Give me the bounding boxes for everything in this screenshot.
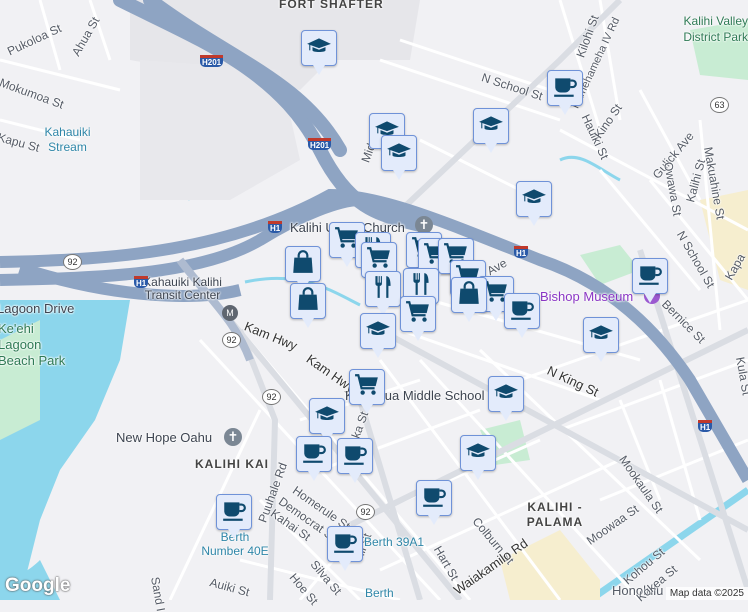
highway-shield-h1: H1 [698,420,713,432]
school-icon [314,401,340,432]
map-marker-cafe[interactable] [327,526,363,571]
map-marker-cafe[interactable] [504,293,540,338]
map-marker-school[interactable] [360,313,396,358]
shopping-bag-icon [290,249,316,280]
poi-label-kalihi-valley-park: Kalihi Valley District Park [683,14,748,44]
area-label-kalihi-kai: KALIHI KAI [195,457,269,471]
map-marker-shopping-cart[interactable] [349,369,385,414]
poi-label-berth-39a1: Berth 39A1 [364,535,425,549]
cafe-icon [332,529,358,560]
poi-label-berth: Berth [365,586,394,600]
school-icon [478,111,504,142]
highway-shield-h1: H1 [134,276,149,288]
map-marker-cafe[interactable] [296,436,332,481]
cafe-icon [342,441,368,472]
school-icon [521,184,547,215]
poi-name: Kahauiki Kalihi Transit Center [143,275,222,302]
poi-name: Kahauiki Stream [44,125,91,154]
shopping-bag-icon [295,286,321,317]
map-marker-cafe[interactable] [547,70,583,115]
shopping-cart-icon [354,372,380,403]
poi-label-new-hope[interactable]: New Hope Oahu [116,430,212,445]
cafe-icon [552,73,578,104]
map-marker-school[interactable] [301,30,337,75]
highway-shield-h1: H1 [268,221,283,233]
map-marker-school[interactable] [381,135,417,180]
map-marker-shopping-bag[interactable] [285,246,321,291]
poi-label-kahauiki-stream: Kahauiki Stream [40,125,95,155]
map-marker-cafe[interactable] [416,480,452,525]
map-marker-cafe[interactable] [216,494,252,539]
map-marker-school[interactable] [516,181,552,226]
area-label-fort-shafter: FORT SHAFTER [279,0,384,11]
map-marker-shopping-bag[interactable] [290,283,326,328]
highway-shield-h201: H201 [200,55,224,67]
shopping-cart-icon [405,299,431,330]
school-icon [493,379,519,410]
map-marker-school[interactable] [473,108,509,153]
highway-shield-h1: H1 [514,246,529,258]
school-icon [365,316,391,347]
metro-icon: M [222,305,238,321]
school-icon [386,138,412,169]
map-data-attribution[interactable]: Map data ©2025 [665,587,748,600]
poi-label-lagoon-drive: Lagoon Drive [0,301,75,316]
school-icon [306,33,332,64]
map-marker-school[interactable] [583,317,619,362]
cafe-icon [421,483,447,514]
cafe-icon [301,439,327,470]
restaurant-icon [370,274,396,305]
area-label-kalihi-palama: KALIHI - PALAMA [526,500,584,529]
map-marker-school[interactable] [488,376,524,421]
route-shield-63: 63 [710,97,729,113]
map-marker-cafe[interactable] [337,438,373,483]
poi-label-keehi-park[interactable]: Ke'ehi Lagoon Beach Park [0,321,73,369]
highway-shield-h201: H201 [308,138,332,150]
map-marker-restaurant[interactable] [365,271,401,316]
map-marker-shopping-cart[interactable] [400,296,436,341]
cafe-icon [221,497,247,528]
school-icon [465,438,491,469]
map-marker-cafe[interactable] [632,258,668,303]
route-shield-92: 92 [262,389,281,405]
church-icon: ✝ [224,428,242,446]
cafe-icon [637,261,663,292]
map-marker-shopping-bag[interactable] [451,277,487,322]
poi-label-bishop-museum[interactable]: Bishop Museum [540,289,633,304]
route-shield-92: 92 [222,332,241,348]
map-marker-school[interactable] [309,398,345,443]
shopping-bag-icon [456,280,482,311]
map-marker-school[interactable] [460,435,496,480]
school-icon [588,320,614,351]
cafe-icon [509,296,535,327]
route-shield-92: 92 [63,254,82,270]
poi-label-transit-center[interactable]: Kahauiki Kalihi Transit Center [135,276,230,302]
google-logo[interactable]: Google [5,575,70,597]
route-shield-92: 92 [356,504,375,520]
